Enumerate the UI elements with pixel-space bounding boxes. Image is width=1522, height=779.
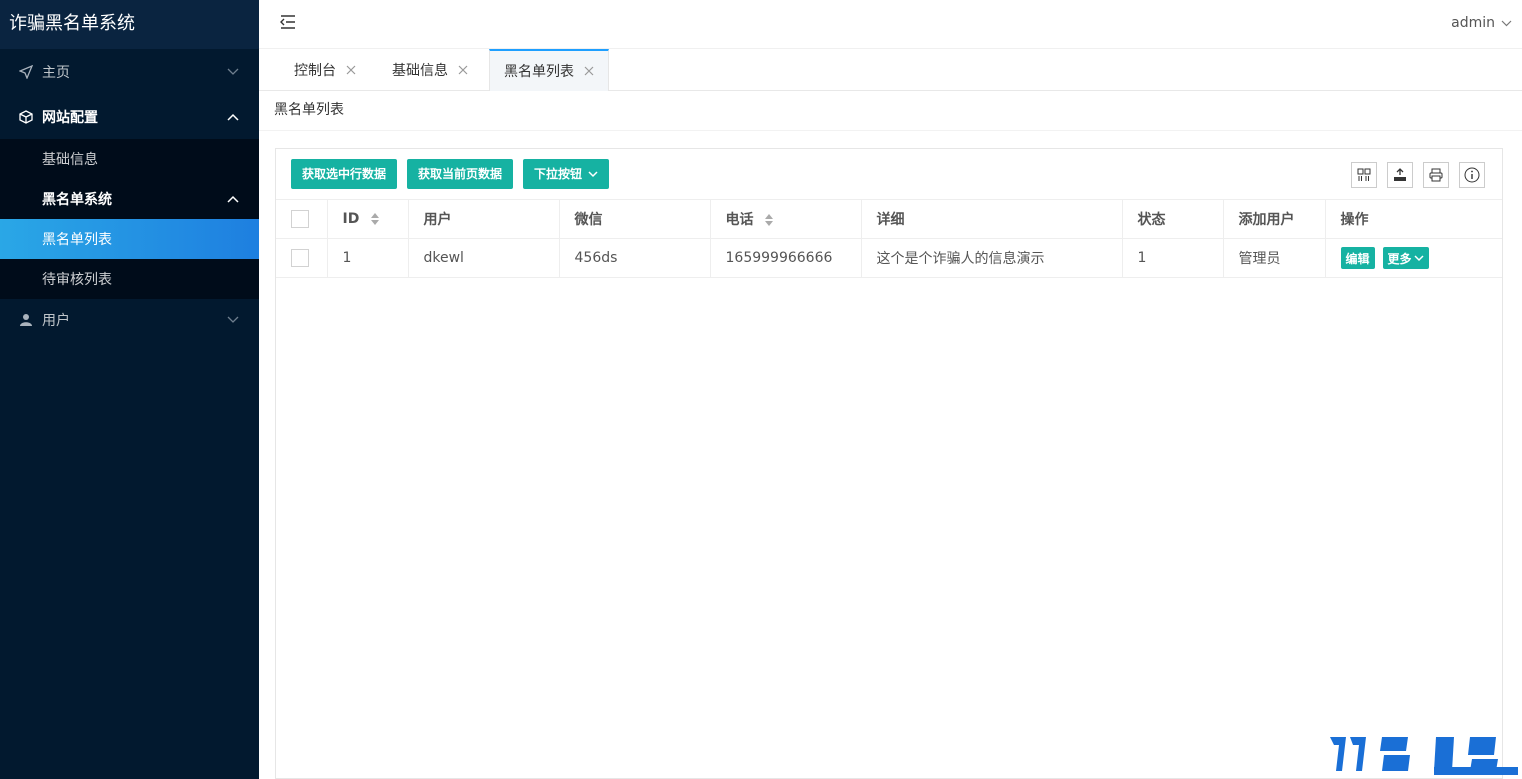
close-icon[interactable]	[346, 65, 356, 75]
sidebar-item-label: 用户	[42, 313, 70, 329]
select-all-checkbox[interactable]	[291, 210, 309, 228]
more-button[interactable]: 更多	[1382, 247, 1429, 269]
sidebar-item-users[interactable]: 用户	[0, 299, 259, 341]
column-header-label: ID	[342, 211, 360, 227]
get-selected-rows-button[interactable]: 获取选中行数据	[291, 159, 398, 189]
column-header-id[interactable]: ID	[327, 199, 409, 239]
export-icon[interactable]	[1387, 162, 1413, 188]
chevron-up-icon	[227, 191, 239, 207]
sidebar-item-blacklist-list[interactable]: 黑名单列表	[0, 219, 259, 259]
more-button-label: 更多	[1387, 251, 1412, 266]
tab-console[interactable]: 控制台	[280, 49, 370, 91]
columns-filter-icon[interactable]	[1351, 162, 1377, 188]
sidebar-item-pending-review[interactable]: 待审核列表	[0, 259, 259, 299]
chevron-down-icon	[227, 314, 239, 326]
column-header-status: 状态	[1122, 199, 1224, 239]
close-icon[interactable]	[458, 65, 468, 75]
sidebar-item-site-config[interactable]: 网站配置	[0, 94, 259, 139]
column-header-detail: 详细	[861, 199, 1123, 239]
breadcrumb: 黑名单列表	[259, 91, 1522, 131]
get-current-page-button[interactable]: 获取当前页数据	[407, 159, 514, 189]
sidebar-item-label: 黑名单系统	[42, 192, 112, 208]
sidebar-item-blacklist-system[interactable]: 黑名单系统	[0, 179, 259, 219]
tab-bar: 控制台 基础信息 黑名单列表	[259, 49, 1522, 91]
tab-blacklist-list[interactable]: 黑名单列表	[489, 49, 609, 91]
cell-phone: 165999966666	[710, 238, 862, 278]
column-header-added-by: 添加用户	[1223, 199, 1326, 239]
row-checkbox[interactable]	[291, 249, 309, 267]
tab-label: 基础信息	[392, 63, 448, 79]
cell-status: 1	[1122, 238, 1224, 278]
dropdown-button-label: 下拉按钮	[534, 167, 583, 181]
cell-user: dkewl	[408, 238, 560, 278]
cell-actions: 编辑 更多	[1325, 238, 1502, 278]
column-header-user: 用户	[408, 199, 560, 239]
sidebar-item-basic-info[interactable]: 基础信息	[0, 139, 259, 179]
close-icon[interactable]	[584, 66, 594, 76]
chevron-up-icon	[227, 111, 239, 123]
watermark-logo	[1324, 731, 1520, 777]
table-header-row: ID 用户 微信 电话 详细 状态 添加用户 操作	[276, 199, 1502, 239]
sidebar-item-label: 基础信息	[42, 152, 98, 168]
row-select-cell	[276, 238, 328, 278]
chevron-down-icon	[227, 66, 239, 78]
tab-label: 控制台	[294, 63, 336, 79]
table-tools	[1341, 162, 1485, 188]
paper-plane-icon	[18, 64, 34, 80]
sidebar-subgroup: 基础信息 黑名单系统 黑名单列表 待审核列表	[0, 139, 259, 299]
cell-wechat: 456ds	[559, 238, 711, 278]
table-toolbar: 获取选中行数据 获取当前页数据 下拉按钮	[291, 159, 619, 189]
sidebar-item-label: 网站配置	[42, 109, 98, 126]
username: admin	[1451, 15, 1495, 31]
cell-detail: 这个是个诈骗人的信息演示	[861, 238, 1123, 278]
chevron-down-icon	[588, 159, 598, 189]
column-header-label: 电话	[725, 212, 754, 228]
column-header-actions: 操作	[1325, 199, 1502, 239]
sidebar: 诈骗黑名单系统 主页 网站配置 基础信息 黑名单系统 黑名单列表 待审核列表 用…	[0, 0, 259, 779]
sort-icon[interactable]	[764, 213, 774, 227]
menu-fold-icon[interactable]	[279, 14, 299, 34]
user-menu[interactable]: admin	[1451, 15, 1512, 31]
sort-icon[interactable]	[370, 212, 380, 226]
sidebar-item-label: 主页	[42, 64, 70, 81]
tab-basic-info[interactable]: 基础信息	[378, 49, 482, 91]
edit-button[interactable]: 编辑	[1340, 247, 1375, 269]
top-header: admin	[259, 0, 1522, 49]
column-header-wechat: 微信	[559, 199, 711, 239]
tab-label: 黑名单列表	[504, 64, 574, 80]
column-header-phone[interactable]: 电话	[710, 199, 862, 239]
blacklist-table: ID 用户 微信 电话 详细 状态 添加用户 操作 1 dkewl 456ds …	[276, 199, 1502, 278]
cell-added-by: 管理员	[1223, 238, 1326, 278]
chevron-down-icon	[1414, 254, 1424, 261]
table-card: 获取选中行数据 获取当前页数据 下拉按钮 ID 用户 微信 电话 详细 状态 添…	[275, 148, 1503, 779]
sidebar-item-home[interactable]: 主页	[0, 49, 259, 94]
chevron-down-icon	[1501, 15, 1512, 31]
print-icon[interactable]	[1423, 162, 1449, 188]
info-icon[interactable]	[1459, 162, 1485, 188]
user-icon	[18, 312, 34, 328]
cell-id: 1	[327, 238, 409, 278]
cube-icon	[18, 109, 34, 125]
app-title: 诈骗黑名单系统	[0, 0, 259, 49]
sidebar-item-label: 待审核列表	[42, 272, 112, 288]
dropdown-button[interactable]: 下拉按钮	[523, 159, 610, 189]
sidebar-item-label: 黑名单列表	[42, 232, 112, 248]
table-row: 1 dkewl 456ds 165999966666 这个是个诈骗人的信息演示 …	[276, 238, 1502, 278]
select-all-cell	[276, 199, 328, 239]
